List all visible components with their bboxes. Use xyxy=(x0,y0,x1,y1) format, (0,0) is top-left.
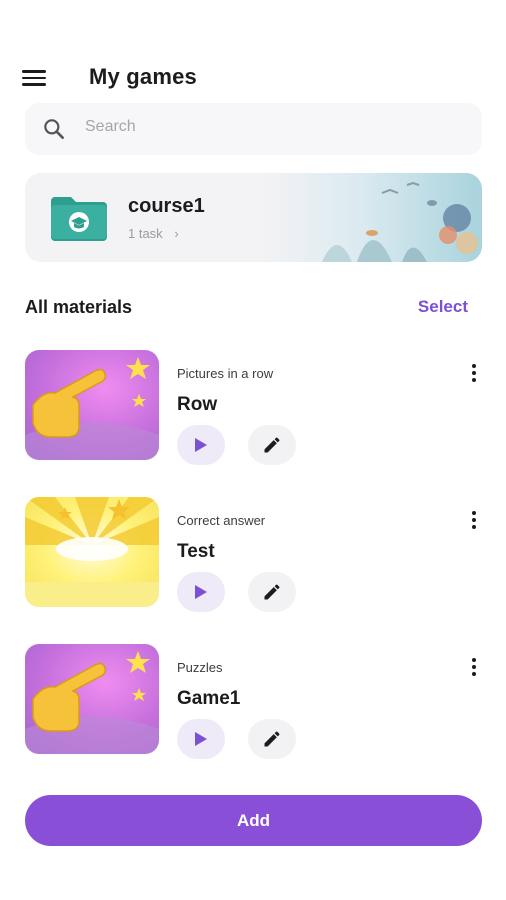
search-bar[interactable] xyxy=(25,103,482,155)
course-meta: 1 task › xyxy=(128,226,179,241)
pencil-icon xyxy=(264,584,280,600)
chevron-right-icon: › xyxy=(174,226,179,241)
game-thumbnail xyxy=(25,350,159,460)
more-options-icon[interactable] xyxy=(467,364,481,388)
game-thumbnail xyxy=(25,644,159,754)
course-card[interactable]: course1 1 task › xyxy=(25,173,482,262)
game-category: Puzzles xyxy=(177,660,223,675)
pencil-icon xyxy=(264,437,280,453)
top-bar: My games xyxy=(0,58,506,98)
search-icon xyxy=(44,119,64,139)
pencil-icon xyxy=(264,731,280,747)
course-name: course1 xyxy=(128,195,205,217)
select-button[interactable]: Select xyxy=(418,297,468,317)
play-button[interactable] xyxy=(177,719,225,759)
section-title: All materials xyxy=(25,297,133,317)
edit-button[interactable] xyxy=(248,572,296,612)
burst-illustration xyxy=(25,497,159,607)
pointing-hand-illustration xyxy=(25,644,159,754)
edit-button[interactable] xyxy=(248,719,296,759)
play-icon xyxy=(195,585,207,599)
game-thumbnail xyxy=(25,497,159,607)
game-category: Pictures in a row xyxy=(177,366,274,381)
page-title: My games xyxy=(89,64,197,89)
course-task-count: 1 task xyxy=(128,226,163,241)
underwater-illustration xyxy=(262,173,482,262)
game-name: Test xyxy=(177,541,215,562)
more-options-icon[interactable] xyxy=(467,658,481,682)
search-input[interactable] xyxy=(83,117,447,137)
game-name: Row xyxy=(177,394,218,415)
play-icon xyxy=(195,732,207,746)
play-button[interactable] xyxy=(177,425,225,465)
more-options-icon[interactable] xyxy=(467,511,481,535)
list-item[interactable]: Puzzles Game1 xyxy=(25,644,485,759)
play-button[interactable] xyxy=(177,572,225,612)
list-item[interactable]: Pictures in a row Row xyxy=(25,350,485,465)
folder-icon xyxy=(51,197,107,241)
edit-button[interactable] xyxy=(248,425,296,465)
menu-icon[interactable] xyxy=(22,70,46,86)
pointing-hand-illustration xyxy=(25,350,159,460)
game-category: Correct answer xyxy=(177,513,266,528)
list-item[interactable]: Correct answer Test xyxy=(25,497,485,612)
add-button[interactable]: Add xyxy=(25,795,482,846)
play-icon xyxy=(195,438,207,452)
game-name: Game1 xyxy=(177,688,241,709)
